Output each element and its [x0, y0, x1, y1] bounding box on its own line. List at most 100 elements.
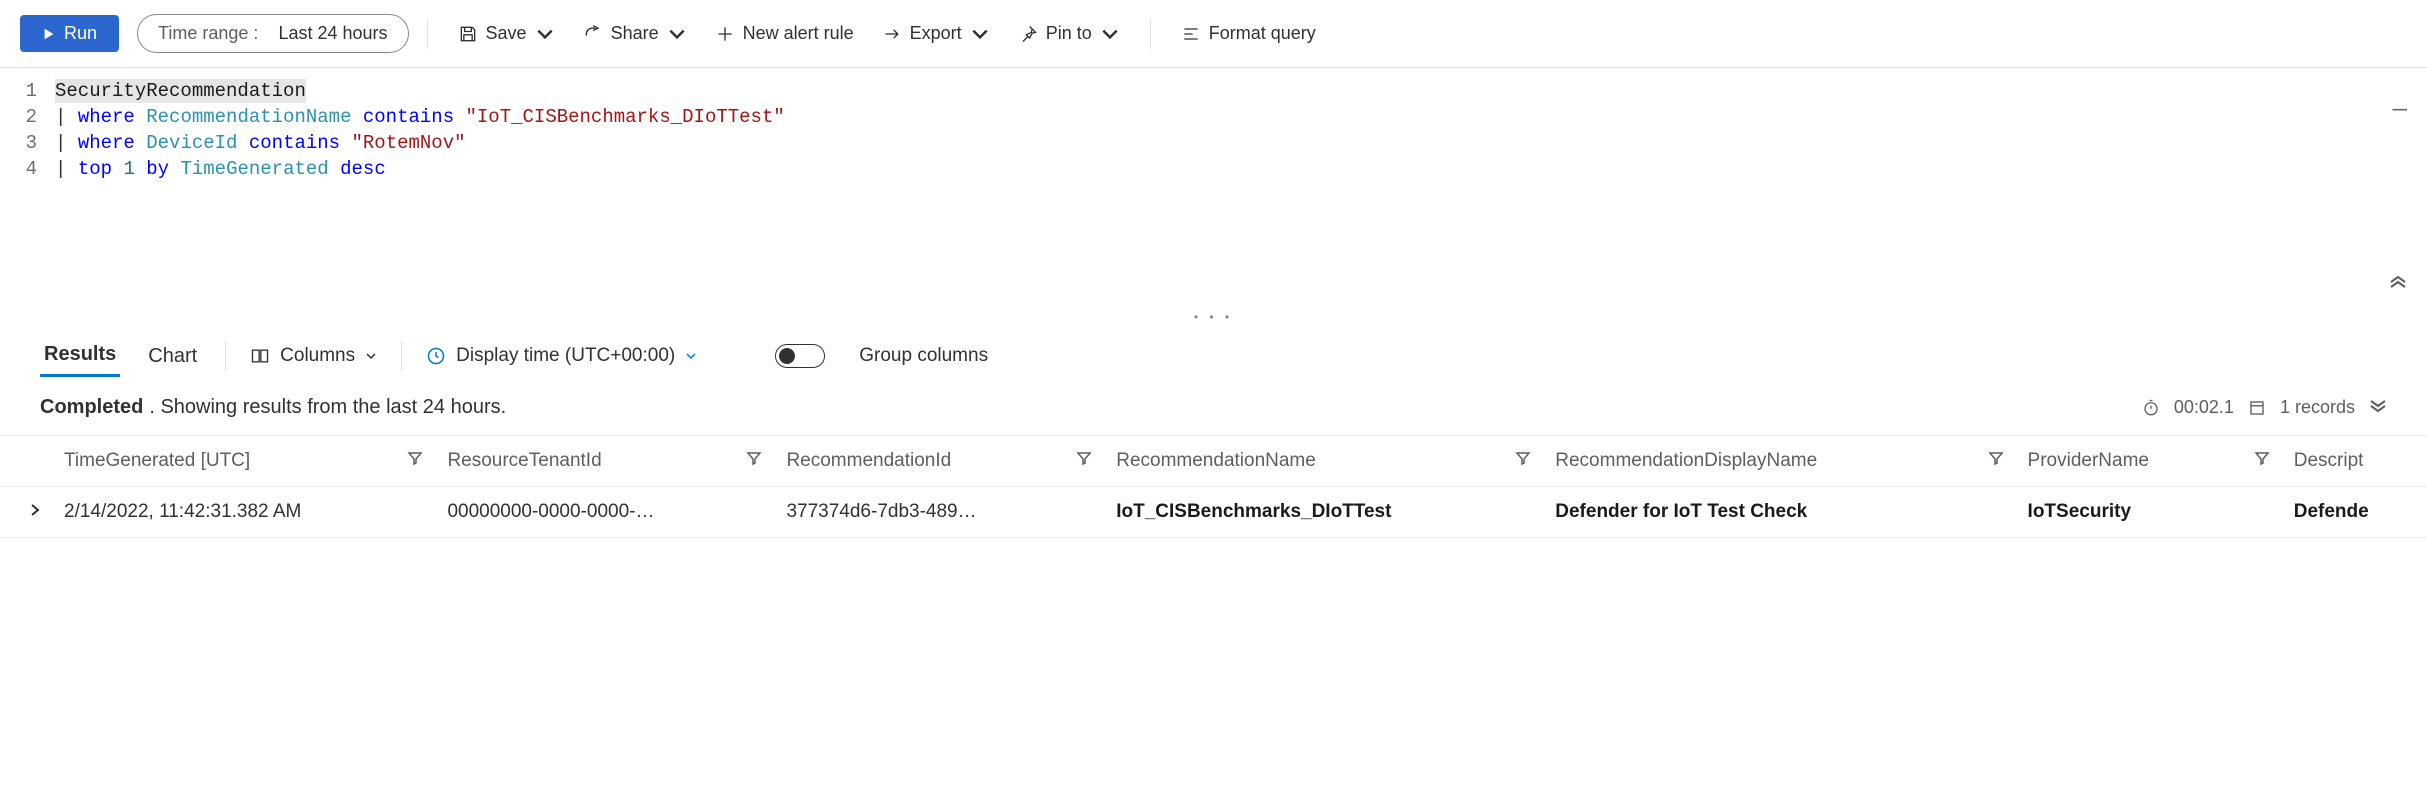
results-toolbar: Results Chart Columns Display time (UTC+… [0, 326, 2427, 380]
expand-row-button[interactable] [0, 487, 52, 538]
run-label: Run [64, 23, 97, 44]
column-label: ResourceTenantId [447, 450, 601, 472]
query-editor[interactable]: 1234 SecurityRecommendation| where Recom… [0, 68, 2427, 308]
filter-icon[interactable] [407, 450, 423, 472]
stopwatch-icon [2142, 399, 2160, 417]
results-table-container: TimeGenerated [UTC] ResourceTenantId Recom… [0, 435, 2427, 538]
resize-handle[interactable]: • • • [0, 308, 2427, 326]
format-icon [1181, 24, 1201, 44]
column-header[interactable]: TimeGenerated [UTC] [52, 436, 435, 487]
elapsed-time: 00:02.1 [2174, 397, 2234, 418]
column-header[interactable]: RecommendationName [1104, 436, 1543, 487]
records-icon [2248, 399, 2266, 417]
column-label: RecommendationId [786, 450, 951, 472]
tab-results[interactable]: Results [40, 335, 120, 377]
time-range-label: Time range : [158, 23, 258, 43]
filter-icon[interactable] [2254, 450, 2270, 472]
new-alert-label: New alert rule [743, 23, 854, 44]
filter-icon[interactable] [1988, 450, 2004, 472]
chevron-down-icon [685, 350, 697, 362]
line-number: 1 [0, 78, 37, 104]
format-query-button[interactable]: Format query [1169, 15, 1328, 52]
save-button[interactable]: Save [446, 15, 567, 52]
filter-icon[interactable] [1515, 450, 1531, 472]
cell-description: Defende [2282, 487, 2427, 538]
time-range-value: Last 24 hours [278, 23, 387, 43]
code-line[interactable]: | top 1 by TimeGenerated desc [55, 156, 2427, 182]
line-number: 3 [0, 130, 37, 156]
divider [401, 341, 402, 371]
code-line[interactable]: SecurityRecommendation [55, 78, 2427, 104]
display-time-button[interactable]: Display time (UTC+00:00) [426, 345, 697, 367]
pin-to-button[interactable]: Pin to [1006, 15, 1132, 52]
pin-to-label: Pin to [1046, 23, 1092, 44]
column-header[interactable]: RecommendationId [774, 436, 1104, 487]
column-header[interactable]: RecommendationDisplayName [1543, 436, 2015, 487]
tab-chart[interactable]: Chart [144, 337, 201, 376]
save-label: Save [486, 23, 527, 44]
line-gutter: 1234 [0, 78, 55, 298]
line-number: 4 [0, 156, 37, 182]
cell-recommendationid: 377374d6-7db3-489… [774, 487, 1104, 538]
cell-timegenerated: 2/14/2022, 11:42:31.382 AM [52, 487, 435, 538]
editor-container: 1234 SecurityRecommendation| where Recom… [0, 68, 2427, 326]
table-row[interactable]: 2/14/2022, 11:42:31.382 AM00000000-0000-… [0, 487, 2427, 538]
code-line[interactable]: | where DeviceId contains "RotemNov" [55, 130, 2427, 156]
divider [225, 341, 226, 371]
chevron-down-icon [970, 24, 990, 44]
export-label: Export [910, 23, 962, 44]
results-table: TimeGenerated [UTC] ResourceTenantId Recom… [0, 435, 2427, 538]
expand-header [0, 436, 52, 487]
chevron-down-icon [667, 24, 687, 44]
share-button[interactable]: Share [571, 15, 699, 52]
format-query-label: Format query [1209, 23, 1316, 44]
expand-down-icon[interactable] [2369, 397, 2387, 418]
chevron-down-icon [535, 24, 555, 44]
code-content[interactable]: SecurityRecommendation| where Recommenda… [55, 78, 2427, 298]
share-label: Share [611, 23, 659, 44]
code-line[interactable]: | where RecommendationName contains "IoT… [55, 104, 2427, 130]
column-label: Descript [2294, 450, 2364, 472]
record-count: 1 records [2280, 397, 2355, 418]
cell-recommendationdisplayname: Defender for IoT Test Check [1543, 487, 2015, 538]
columns-icon [250, 346, 270, 366]
display-time-label: Display time (UTC+00:00) [456, 345, 675, 367]
cell-providername: IoTSecurity [2016, 487, 2282, 538]
group-columns-toggle[interactable] [775, 344, 825, 368]
line-number: 2 [0, 104, 37, 130]
column-header[interactable]: ResourceTenantId [435, 436, 774, 487]
pin-icon [1018, 24, 1038, 44]
divider [427, 19, 428, 49]
new-alert-button[interactable]: New alert rule [703, 15, 866, 52]
column-label: ProviderName [2028, 450, 2149, 472]
filter-icon[interactable] [746, 450, 762, 472]
save-icon [458, 24, 478, 44]
time-range-button[interactable]: Time range : Last 24 hours [137, 14, 409, 53]
group-columns-label: Group columns [859, 345, 988, 367]
play-icon [42, 27, 56, 41]
columns-button[interactable]: Columns [250, 345, 377, 367]
cell-recommendationname: IoT_CISBenchmarks_DIoTTest [1104, 487, 1543, 538]
table-header-row: TimeGenerated [UTC] ResourceTenantId Recom… [0, 436, 2427, 487]
plus-icon [715, 24, 735, 44]
columns-label: Columns [280, 345, 355, 367]
chevron-down-icon [1100, 24, 1120, 44]
scroll-top-icon[interactable] [2389, 272, 2407, 298]
column-label: TimeGenerated [UTC] [64, 450, 250, 472]
column-label: RecommendationName [1116, 450, 1316, 472]
run-button[interactable]: Run [20, 15, 119, 52]
share-icon [583, 24, 603, 44]
clock-icon [426, 346, 446, 366]
cell-resourcetenantid: 00000000-0000-0000-… [435, 487, 774, 538]
status-completed: Completed [40, 396, 143, 419]
minus-icon[interactable]: — [2393, 98, 2407, 124]
query-toolbar: Run Time range : Last 24 hours Save Shar… [0, 0, 2427, 68]
filter-icon[interactable] [1076, 450, 1092, 472]
divider [1150, 19, 1151, 49]
column-label: RecommendationDisplayName [1555, 450, 1817, 472]
export-icon [882, 24, 902, 44]
column-header[interactable]: ProviderName [2016, 436, 2282, 487]
status-detail: . Showing results from the last 24 hours… [149, 396, 506, 419]
column-header[interactable]: Descript [2282, 436, 2427, 487]
export-button[interactable]: Export [870, 15, 1002, 52]
